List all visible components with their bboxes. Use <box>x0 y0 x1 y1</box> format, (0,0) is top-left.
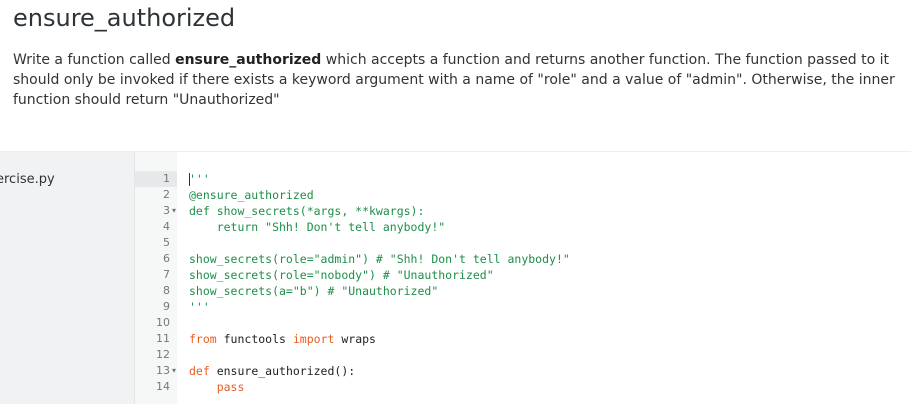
code-text[interactable]: @ensure_authorized <box>189 187 314 203</box>
code-token: wraps <box>334 332 376 346</box>
code-token: ''' <box>189 300 210 314</box>
code-text[interactable]: show_secrets(a="b") # "Unauthorized" <box>189 283 438 299</box>
line-number: 4 <box>163 220 170 233</box>
description-function-name: ensure_authorized <box>175 52 322 68</box>
line-number-cell: 10 <box>135 315 177 331</box>
line-number: 2 <box>163 188 170 201</box>
code-text[interactable]: def show_secrets(*args, **kwargs): <box>189 203 424 219</box>
line-number-cell: 5 <box>135 235 177 251</box>
code-text[interactable]: ''' <box>189 171 210 187</box>
line-number-cell: 11 <box>135 331 177 347</box>
code-token: def <box>189 364 210 378</box>
description-prefix: Write a function called <box>13 52 176 68</box>
line-number-cell: 9 <box>135 299 177 315</box>
code-text[interactable]: def ensure_authorized(): <box>189 363 355 379</box>
line-number: 9 <box>163 300 170 313</box>
fold-toggle-icon[interactable]: ▾ <box>172 363 180 379</box>
text-cursor <box>189 173 190 186</box>
code-text[interactable]: pass <box>189 379 245 395</box>
code-token: pass <box>189 380 245 394</box>
code-token: show_secrets(role="nobody") # "Unauthori… <box>189 268 494 282</box>
line-number-cell: 12 <box>135 347 177 363</box>
file-tab-exercise-py[interactable]: ercise.py <box>0 172 55 187</box>
code-token: ''' <box>189 172 210 186</box>
code-editor[interactable]: 1 ''' 2 @ensure_authorized 3 ▾ def show_secret… <box>135 152 911 404</box>
code-text[interactable]: ''' <box>189 299 210 315</box>
code-token: return "Shh! Don't tell anybody!" <box>189 220 446 234</box>
line-number: 13 <box>156 364 170 377</box>
line-number-cell: 4 <box>135 219 177 235</box>
line-number: 3 <box>163 204 170 217</box>
code-text[interactable]: show_secrets(role="admin") # "Shh! Don't… <box>189 251 570 267</box>
code-token: ensure_authorized(): <box>209 364 356 378</box>
line-number-cell: 1 <box>135 171 177 187</box>
code-token: @ensure_authorized <box>189 188 314 202</box>
line-number: 10 <box>156 316 170 329</box>
fold-toggle-icon[interactable]: ▾ <box>172 203 180 219</box>
line-number: 5 <box>163 236 170 249</box>
line-number-cell: 7 <box>135 267 177 283</box>
code-token: show_secrets(role="admin") # "Shh! Don't… <box>189 252 570 266</box>
line-number-cell: 2 <box>135 187 177 203</box>
line-number-cell: 14 <box>135 379 177 395</box>
line-number: 7 <box>163 268 170 281</box>
code-token: def show_secrets(*args, **kwargs): <box>189 204 425 218</box>
line-number: 14 <box>156 380 170 393</box>
line-number: 8 <box>163 284 170 297</box>
code-token: from <box>189 332 217 346</box>
line-number: 1 <box>163 172 170 185</box>
page-title: ensure_authorized <box>13 4 236 32</box>
code-text[interactable]: from functools import wraps <box>189 331 376 347</box>
exercise-description: Write a function called ensure_authorize… <box>13 50 903 110</box>
line-number-cell: 13 ▾ <box>135 363 177 379</box>
code-text[interactable]: return "Shh! Don't tell anybody!" <box>189 219 446 235</box>
code-token: show_secrets(a="b") # "Unauthorized" <box>189 284 439 298</box>
line-number-cell: 8 <box>135 283 177 299</box>
line-number-cell: 3 ▾ <box>135 203 177 219</box>
line-number: 12 <box>156 348 170 361</box>
line-number-cell: 6 <box>135 251 177 267</box>
code-token: import <box>292 332 335 346</box>
code-token: functools <box>216 332 293 346</box>
code-text[interactable]: show_secrets(role="nobody") # "Unauthori… <box>189 267 494 283</box>
line-number: 6 <box>163 252 170 265</box>
file-sidebar: ercise.py <box>0 152 135 404</box>
line-number: 11 <box>156 332 170 345</box>
